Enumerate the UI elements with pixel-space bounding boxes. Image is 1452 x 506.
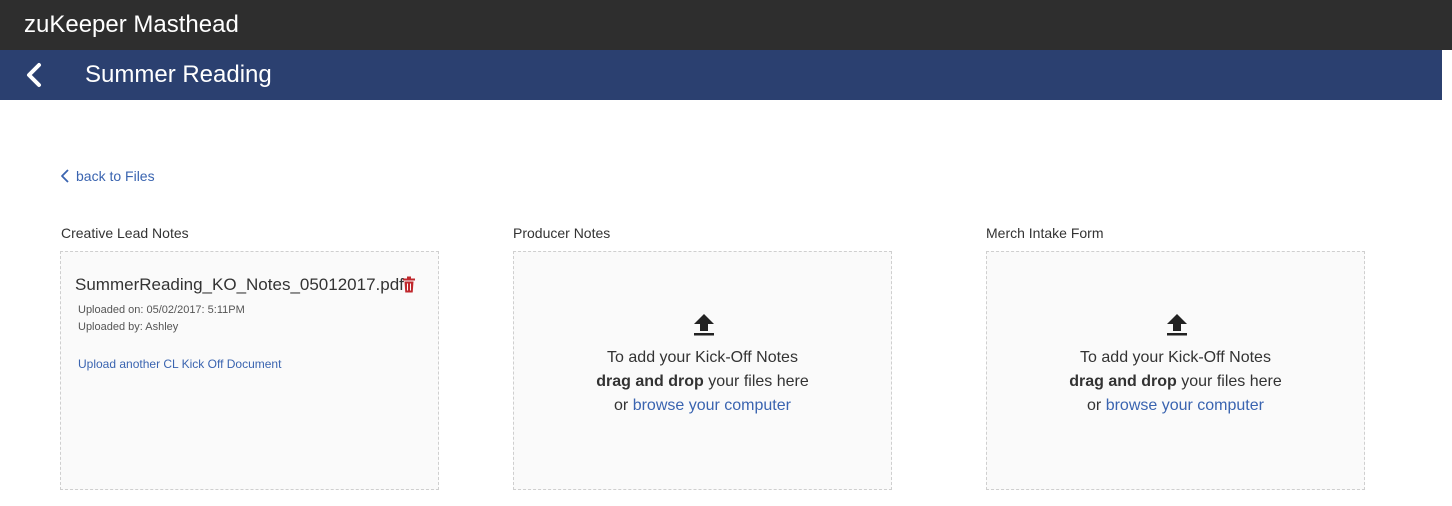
dropzone-drag-text: drag and drop your files here bbox=[514, 370, 891, 394]
creative-lead-file-panel: SummerReading_KO_Notes_05012017.pdf Uplo… bbox=[60, 251, 439, 490]
drag-drop-rest: your files here bbox=[1176, 373, 1282, 390]
drag-drop-emphasis: drag and drop bbox=[596, 373, 704, 390]
producer-notes-dropzone[interactable]: To add your Kick-Off Notes drag and drop… bbox=[513, 251, 892, 490]
dropzone-browse-text: or browse your computer bbox=[987, 394, 1364, 418]
uploaded-by: Uploaded by: Ashley bbox=[78, 321, 179, 333]
dropzone-browse-text: or browse your computer bbox=[514, 394, 891, 418]
column-label-creative-lead: Creative Lead Notes bbox=[61, 225, 189, 241]
page-title: Summer Reading bbox=[85, 61, 272, 88]
chevron-left-icon[interactable] bbox=[22, 61, 48, 89]
drag-drop-rest: your files here bbox=[703, 373, 809, 390]
browse-computer-link[interactable]: browse your computer bbox=[633, 397, 791, 414]
masthead: zuKeeper Masthead bbox=[0, 0, 1452, 50]
upload-icon bbox=[693, 313, 715, 342]
browse-computer-link[interactable]: browse your computer bbox=[1106, 397, 1264, 414]
back-to-files-link[interactable]: back to Files bbox=[60, 168, 155, 184]
trash-icon[interactable] bbox=[401, 276, 417, 299]
or-text: or bbox=[614, 397, 633, 414]
uploaded-on: Uploaded on: 05/02/2017: 5:11PM bbox=[78, 304, 245, 316]
drag-drop-emphasis: drag and drop bbox=[1069, 373, 1177, 390]
upload-another-link[interactable]: Upload another CL Kick Off Document bbox=[78, 357, 281, 371]
file-name[interactable]: SummerReading_KO_Notes_05012017.pdf bbox=[75, 275, 404, 295]
dropzone-instruction: To add your Kick-Off Notes bbox=[1080, 349, 1271, 366]
merch-intake-dropzone[interactable]: To add your Kick-Off Notes drag and drop… bbox=[986, 251, 1365, 490]
chevron-left-small-icon bbox=[61, 169, 69, 183]
dropzone-drag-text: drag and drop your files here bbox=[987, 370, 1364, 394]
or-text: or bbox=[1087, 397, 1106, 414]
masthead-title: zuKeeper Masthead bbox=[24, 11, 239, 38]
dropzone-instruction: To add your Kick-Off Notes bbox=[607, 349, 798, 366]
upload-icon bbox=[1166, 313, 1188, 342]
column-label-merch-intake: Merch Intake Form bbox=[986, 225, 1104, 241]
column-label-producer-notes: Producer Notes bbox=[513, 225, 611, 241]
back-link-label: back to Files bbox=[76, 168, 155, 184]
